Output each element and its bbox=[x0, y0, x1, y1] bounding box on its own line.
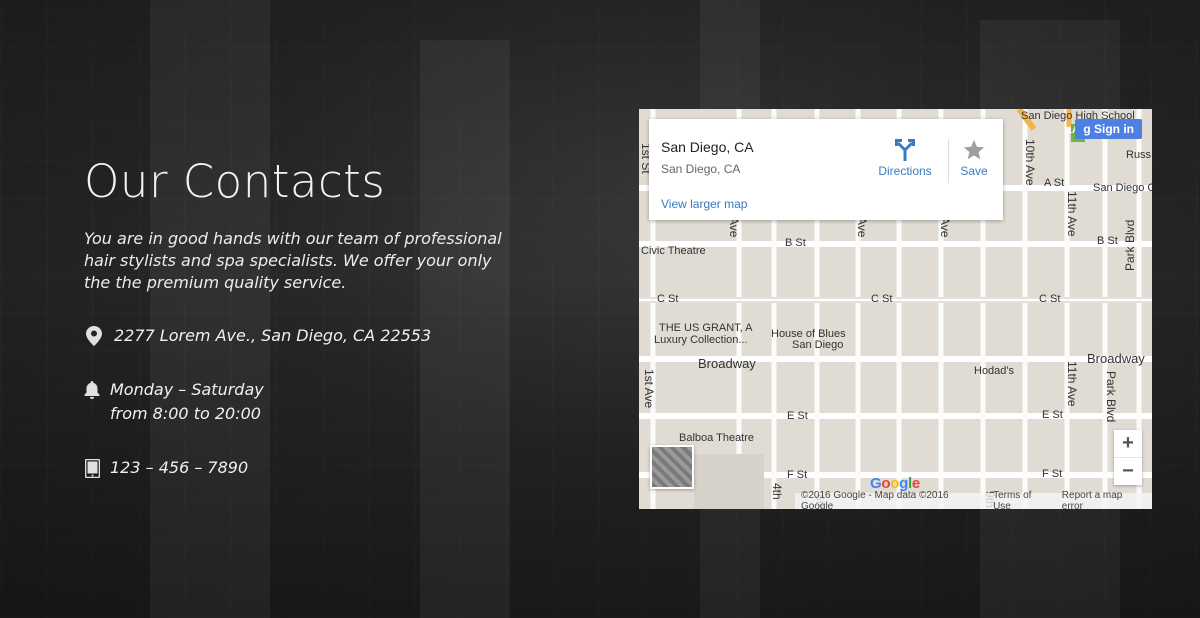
map-label-4th: 4th bbox=[770, 483, 784, 500]
map-label-russ: Russ bbox=[1126, 149, 1152, 161]
map-info-card: San Diego, CA San Diego, CA View larger … bbox=[649, 119, 1003, 220]
map-label-11th-ave-1: 11th Ave bbox=[1065, 191, 1079, 237]
map-label-park-blvd-1: Park Blvd bbox=[1123, 219, 1137, 271]
map-label-a-st: A St bbox=[1044, 177, 1065, 189]
address-text: 2277 Lorem Ave., San Diego, CA 22553 bbox=[114, 326, 432, 345]
map-label-ave-2: Ave bbox=[855, 217, 869, 238]
map-attribution: ©2016 Google - Map data ©2016 Google bbox=[801, 490, 949, 509]
map-label-san-diego-c: San Diego C bbox=[1093, 182, 1152, 194]
map-label-10th-ave: 10th Ave bbox=[1023, 139, 1037, 186]
map-label-grant-2: Luxury Collection... bbox=[654, 334, 748, 346]
map-label-f-st-2: F St bbox=[1042, 468, 1063, 480]
bell-icon bbox=[84, 378, 100, 402]
view-larger-map-link[interactable]: View larger map bbox=[661, 197, 747, 211]
location-pin-icon bbox=[84, 324, 104, 348]
tablet-icon bbox=[84, 456, 100, 480]
terms-of-use-link[interactable]: Terms of Use bbox=[993, 490, 1052, 509]
sign-in-label: Sign in bbox=[1094, 122, 1134, 136]
google-g-icon: g bbox=[1083, 122, 1094, 136]
section-tagline: You are in good hands with our team of p… bbox=[84, 229, 502, 292]
map-label-1st-ave: 1st Ave bbox=[642, 369, 656, 409]
google-map[interactable]: San Diego High School Russ A St San Dieg… bbox=[639, 109, 1152, 509]
map-label-f-st-1: F St bbox=[787, 469, 808, 481]
map-label-broadway-2: Broadway bbox=[1087, 351, 1145, 366]
map-label-balboa: Balboa Theatre bbox=[679, 432, 755, 444]
map-card-title: San Diego, CA bbox=[661, 139, 754, 155]
map-label-ave-3: Ave bbox=[938, 217, 952, 238]
section-title: Our Contacts bbox=[84, 155, 386, 208]
map-label-hob-2: San Diego bbox=[792, 339, 844, 351]
save-button[interactable]: Save bbox=[949, 139, 999, 178]
zoom-in-button[interactable]: + bbox=[1114, 430, 1142, 457]
directions-icon bbox=[895, 139, 915, 161]
star-icon bbox=[963, 139, 985, 160]
map-attribution-bar: ©2016 Google - Map data ©2016 Google Ter… bbox=[795, 490, 1152, 509]
map-label-11th-ave-2: 11th Ave bbox=[1065, 361, 1079, 407]
map-label-b-st-2: B St bbox=[1097, 235, 1118, 247]
hours-row: Monday – Saturday from 8:00 to 20:00 bbox=[84, 378, 264, 426]
save-label: Save bbox=[960, 164, 988, 178]
map-label-b-st-1: B St bbox=[785, 237, 806, 249]
report-map-error-link[interactable]: Report a map error bbox=[1062, 490, 1146, 509]
hours-text: Monday – Saturday from 8:00 to 20:00 bbox=[110, 378, 264, 426]
map-label-c-st-3: C St bbox=[1039, 293, 1061, 305]
sign-in-button[interactable]: g Sign in bbox=[1075, 119, 1142, 139]
map-label-hodads: Hodad's bbox=[974, 365, 1015, 377]
map-label-broadway-1: Broadway bbox=[698, 356, 756, 371]
map-card-subtitle: San Diego, CA bbox=[661, 162, 741, 176]
map-label-grant-1: THE US GRANT, A bbox=[659, 322, 753, 334]
map-label-park-blvd-2: Park Blvd bbox=[1104, 371, 1118, 423]
zoom-out-button[interactable]: − bbox=[1114, 458, 1142, 485]
hours-time: from 8:00 to 20:00 bbox=[110, 404, 261, 423]
map-label-e-st-2: E St bbox=[1042, 409, 1063, 421]
map-label-civic-theatre: Civic Theatre bbox=[641, 245, 706, 257]
contacts-panel: Our Contacts You are in good hands with … bbox=[84, 150, 544, 478]
satellite-toggle-thumbnail[interactable] bbox=[650, 445, 694, 489]
zoom-controls: + − bbox=[1114, 430, 1142, 485]
address-row: 2277 Lorem Ave., San Diego, CA 22553 bbox=[84, 324, 431, 348]
map-label-e-st-1: E St bbox=[787, 410, 808, 422]
phone-row: 123 – 456 – 7890 bbox=[84, 456, 248, 480]
phone-text[interactable]: 123 – 456 – 7890 bbox=[110, 456, 248, 480]
map-label-c-st-1: C St bbox=[657, 293, 679, 305]
map-label-c-st-2: C St bbox=[871, 293, 893, 305]
directions-button[interactable]: Directions bbox=[875, 139, 935, 178]
hours-days: Monday – Saturday bbox=[110, 380, 264, 399]
directions-label: Directions bbox=[878, 164, 932, 178]
map-label-ave-1: Ave bbox=[727, 217, 741, 238]
